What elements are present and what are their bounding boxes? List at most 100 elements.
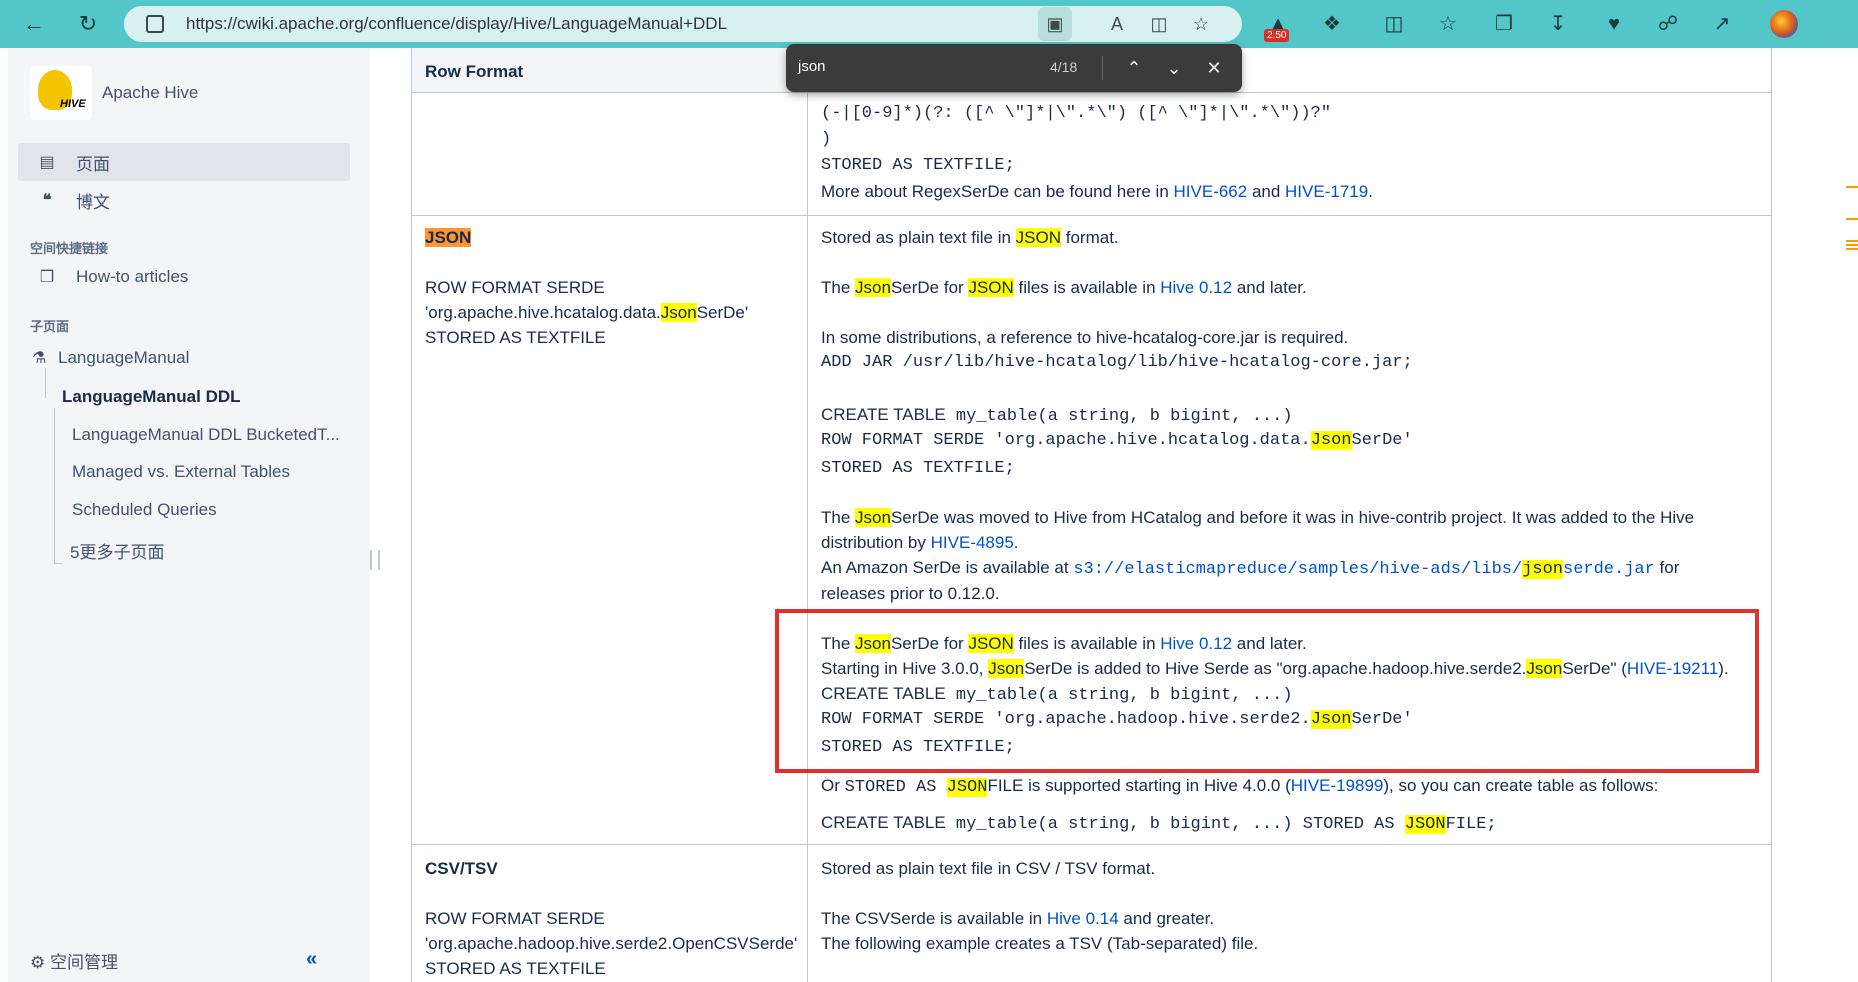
- space-sidebar: HIVE Apache Hive ▤ 页面 ❝ 博文 空间快捷链接 ❐ How-…: [8, 48, 380, 982]
- text: SerDe': [696, 303, 749, 322]
- link-hive-1719[interactable]: HIVE-1719: [1285, 182, 1368, 201]
- text: and later.: [1232, 278, 1307, 297]
- code-text: STORED AS: [844, 778, 947, 797]
- find-previous-icon[interactable]: ⌃: [1120, 54, 1148, 82]
- text: and: [1247, 182, 1286, 201]
- find-next-icon[interactable]: ⌄: [1160, 54, 1188, 82]
- text: The CSVSerde is available in: [821, 909, 1047, 928]
- search-match: Json: [855, 278, 891, 297]
- sidebar-resize-handle[interactable]: [370, 550, 380, 570]
- text: distribution by: [821, 533, 931, 552]
- refresh-icon[interactable]: ↻: [70, 6, 106, 42]
- tree-item-child[interactable]: Managed vs. External Tables: [72, 462, 290, 482]
- favorites-icon[interactable]: ☆: [1434, 10, 1462, 38]
- json-desc: releases prior to 0.12.0.: [821, 584, 1000, 603]
- collapse-sidebar-icon[interactable]: «: [306, 948, 317, 971]
- find-close-icon[interactable]: ✕: [1200, 54, 1228, 82]
- text: ), so you can create table as follows:: [1383, 776, 1659, 795]
- url-text[interactable]: https://cwiki.apache.org/confluence/disp…: [186, 14, 727, 34]
- immersive-reader-icon[interactable]: ◫: [1148, 13, 1170, 35]
- tree-more-link[interactable]: 5更多子页面: [70, 538, 164, 563]
- space-settings-label: 空间管理: [49, 953, 118, 972]
- share-icon[interactable]: ↗: [1708, 10, 1736, 38]
- profile-avatar[interactable]: [1770, 10, 1798, 38]
- text: The: [821, 508, 856, 527]
- tree-connector: [54, 408, 55, 564]
- find-input[interactable]: json: [798, 58, 826, 75]
- csv-desc: The following example creates a TSV (Tab…: [821, 934, 1259, 953]
- find-bar: json 4/18 ⌃ ⌄ ✕: [786, 44, 1242, 92]
- link-hive-4895[interactable]: HIVE-4895: [931, 533, 1014, 552]
- csv-desc: Stored as plain text file in CSV / TSV f…: [821, 859, 1156, 878]
- browser-toolbar: ← ↻ https://cwiki.apache.org/confluence/…: [0, 0, 1858, 48]
- favorite-star-icon[interactable]: ☆: [1190, 13, 1212, 35]
- space-settings[interactable]: ⚙ 空间管理: [30, 948, 118, 973]
- link-hive-0-14[interactable]: Hive 0.14: [1047, 909, 1119, 928]
- hive-logo[interactable]: HIVE: [30, 66, 92, 120]
- logo-text: HIVE: [60, 98, 86, 110]
- code-text: SerDe': [1351, 431, 1413, 450]
- read-aloud-icon[interactable]: A: [1106, 13, 1128, 35]
- text: format.: [1061, 228, 1119, 247]
- extension-badge: 2.50: [1264, 29, 1290, 42]
- find-divider: [1102, 56, 1103, 80]
- tree-item-languagemanual[interactable]: LanguageManual: [58, 348, 189, 368]
- sidebar-item-label: 页面: [76, 154, 110, 174]
- sidebar-item-pages[interactable]: ▤ 页面: [18, 143, 350, 181]
- search-match: Json: [855, 508, 891, 527]
- back-icon[interactable]: ←: [16, 6, 52, 42]
- performance-icon[interactable]: ♥: [1600, 10, 1628, 38]
- link-hive-0-12[interactable]: Hive 0.12: [1160, 278, 1232, 297]
- json-desc: The JsonSerDe for JSON files is availabl…: [821, 277, 1307, 298]
- json-serde-line: STORED AS TEXTFILE: [425, 328, 606, 347]
- text: 'org.apache.hive.hcatalog.data.: [425, 303, 661, 322]
- address-bar[interactable]: https://cwiki.apache.org/confluence/disp…: [124, 6, 1242, 42]
- tree-item-child[interactable]: Scheduled Queries: [72, 500, 217, 520]
- space-title[interactable]: Apache Hive: [102, 83, 198, 103]
- code-keyword: CREATE TABLE: [821, 405, 946, 424]
- table-divider: [411, 844, 1771, 845]
- text: files is available in: [1013, 278, 1161, 297]
- search-match: json: [1522, 560, 1563, 579]
- link-hive-662[interactable]: HIVE-662: [1174, 182, 1248, 201]
- shortcut-label: How-to articles: [76, 267, 189, 286]
- tree-item-child[interactable]: LanguageManual DDL BucketedT...: [72, 425, 340, 445]
- text: .: [1368, 182, 1373, 201]
- code-text: ROW FORMAT SERDE 'org.apache.hive.hcatal…: [821, 431, 1311, 450]
- security-icon[interactable]: ☍: [1654, 10, 1682, 38]
- link-hive-19899[interactable]: HIVE-19899: [1291, 776, 1384, 795]
- search-match: JSON: [1015, 228, 1062, 247]
- puzzle-icon[interactable]: ❖: [1318, 10, 1346, 38]
- shortcut-howto[interactable]: ❐ How-to articles: [18, 258, 350, 296]
- column-header: Row Format: [411, 48, 769, 92]
- download-icon[interactable]: ↧: [1544, 10, 1572, 38]
- tree-item-current[interactable]: LanguageManual DDL: [62, 387, 241, 407]
- split-screen-icon[interactable]: ◫: [1380, 10, 1408, 38]
- annotation-red-box: [775, 609, 1759, 773]
- link-amazon-serde[interactable]: s3://elasticmapreduce/samples/hive-ads/l…: [1073, 560, 1655, 579]
- table-divider: [411, 92, 1771, 93]
- csv-serde-line: ROW FORMAT SERDE: [425, 909, 605, 928]
- code-text: serde.jar: [1563, 560, 1655, 579]
- shortcuts-heading: 空间快捷链接: [30, 241, 109, 256]
- code-text: FILE;: [1445, 815, 1497, 834]
- reader-view-icon[interactable]: ▣: [1038, 7, 1072, 41]
- csv-row-label: CSV/TSV: [425, 859, 498, 878]
- text: and greater.: [1118, 909, 1215, 928]
- collections-icon[interactable]: ❐: [1490, 10, 1518, 38]
- text: .: [1013, 533, 1019, 552]
- csv-desc: The CSVSerde is available in Hive 0.14 a…: [821, 908, 1214, 929]
- code-line: CREATE TABLE my_table(a string, b bigint…: [821, 812, 1497, 835]
- text: Stored as plain text file in: [821, 228, 1016, 247]
- column-header-label: Row Format: [425, 62, 524, 81]
- children-heading: 子页面: [30, 319, 70, 334]
- tree-connector: [54, 563, 62, 564]
- sidebar-item-blog[interactable]: ❝ 博文: [18, 181, 350, 219]
- code-keyword: CREATE TABLE: [821, 813, 946, 832]
- search-match: JSON: [946, 778, 988, 797]
- quote-icon: ❝: [42, 192, 52, 209]
- json-desc: In some distributions, a reference to hi…: [821, 328, 1349, 347]
- code-line: ): [821, 130, 832, 149]
- text: SerDe was moved to Hive from HCatalog an…: [890, 508, 1695, 527]
- text: An Amazon SerDe is available at: [821, 558, 1074, 577]
